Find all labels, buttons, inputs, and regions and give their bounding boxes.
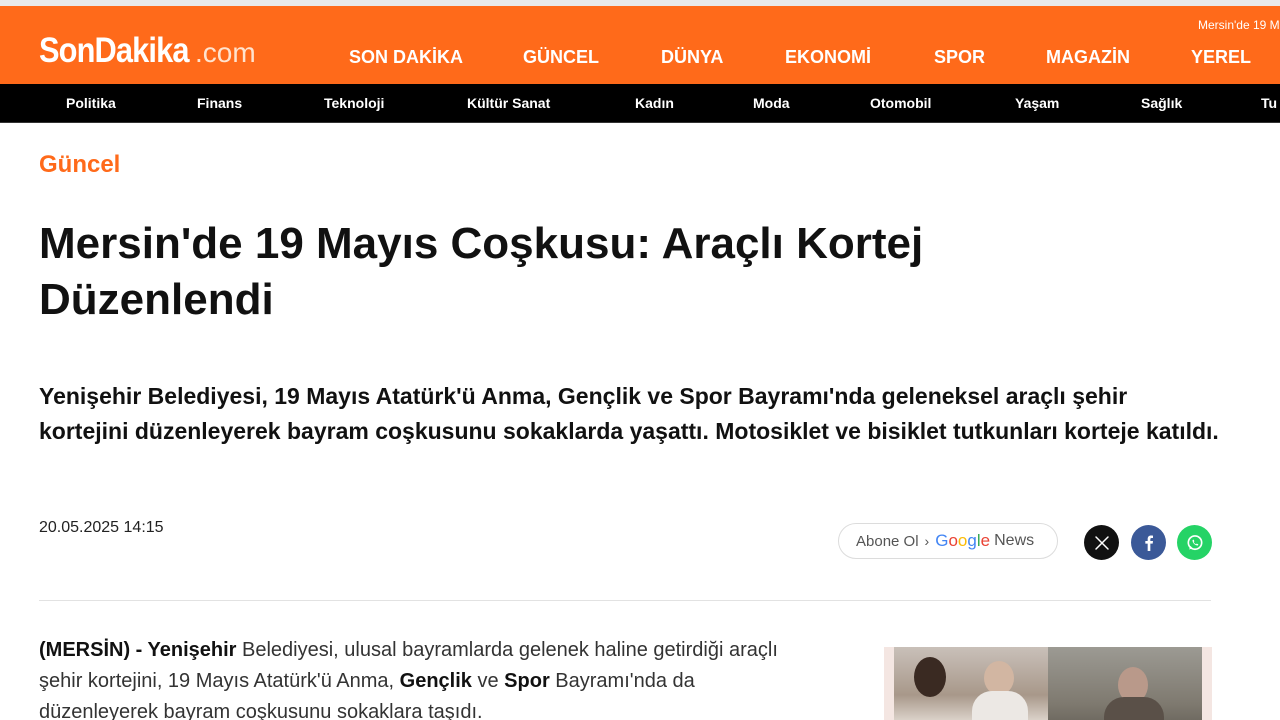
google-news-follow-button[interactable]: Abone Ol › Google News [838, 523, 1058, 559]
main-nav-spor[interactable]: SPOR [934, 47, 985, 68]
chevron-right-icon: › [924, 533, 930, 549]
share-x-button[interactable] [1084, 525, 1119, 560]
whatsapp-icon [1185, 533, 1205, 553]
article-body: (MERSİN) - Yenişehir Belediyesi, ulusal … [39, 639, 778, 720]
sub-nav-moda[interactable]: Moda [753, 95, 790, 111]
site-header: SonDakika .com Mersin'de 19 M SON DAKİKA … [0, 6, 1280, 84]
sub-nav-kultur-sanat[interactable]: Kültür Sanat [467, 95, 550, 111]
related-news-image[interactable] [884, 647, 1212, 720]
main-nav-guncel[interactable]: GÜNCEL [523, 47, 599, 68]
share-facebook-button[interactable] [1131, 525, 1166, 560]
main-nav-dunya[interactable]: DÜNYA [661, 47, 723, 68]
share-whatsapp-button[interactable] [1177, 525, 1212, 560]
sub-nav-teknoloji[interactable]: Teknoloji [324, 95, 384, 111]
google-news-label: News [994, 532, 1035, 549]
main-nav: SON DAKİKA GÜNCEL DÜNYA EKONOMİ SPOR MAG… [0, 47, 1280, 73]
sub-nav-otomobil[interactable]: Otomobil [870, 95, 931, 111]
facebook-icon [1142, 535, 1156, 551]
news-ticker[interactable]: Mersin'de 19 M [1198, 18, 1280, 32]
x-icon [1094, 535, 1110, 551]
sub-nav-saglik[interactable]: Sağlık [1141, 95, 1182, 111]
article-headline: Mersin'de 19 Mayıs Coşkusu: Araçlı Korte… [39, 219, 924, 324]
main-nav-ekonomi[interactable]: EKONOMİ [785, 47, 871, 68]
main-nav-magazin[interactable]: MAGAZİN [1046, 47, 1130, 68]
google-news-abone-label: Abone Ol [856, 532, 919, 550]
article-date: 20.05.2025 14:15 [39, 519, 164, 536]
main-nav-son-dakika[interactable]: SON DAKİKA [349, 47, 463, 68]
sub-nav-yasam[interactable]: Yaşam [1015, 95, 1059, 111]
photo-man [1048, 647, 1202, 720]
sub-nav-politika[interactable]: Politika [66, 95, 116, 111]
main-nav-yerel[interactable]: YEREL [1191, 47, 1251, 68]
photo-wedding [894, 647, 1048, 720]
google-logo: Google [935, 531, 991, 550]
article-category[interactable]: Güncel [39, 151, 120, 179]
sub-nav: Politika Finans Teknoloji Kültür Sanat K… [0, 84, 1280, 123]
sub-nav-tu[interactable]: Tu [1261, 95, 1277, 111]
sub-nav-finans[interactable]: Finans [197, 95, 242, 111]
sub-nav-kadin[interactable]: Kadın [635, 95, 674, 111]
divider [39, 600, 1211, 601]
article-summary: Yenişehir Belediyesi, 19 Mayıs Atatürk'ü… [39, 383, 1219, 444]
